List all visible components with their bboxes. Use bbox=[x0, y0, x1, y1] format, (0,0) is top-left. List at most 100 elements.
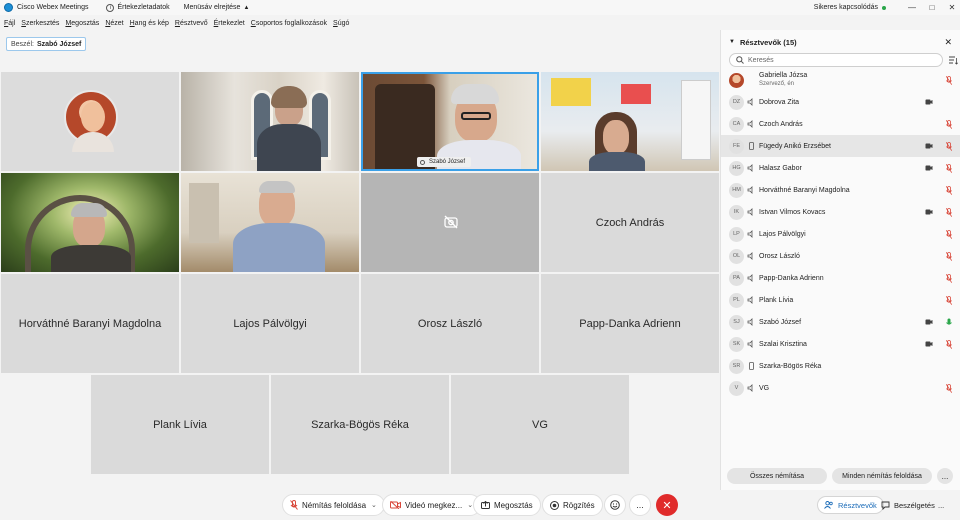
participant-tile-name: Plank Lívia bbox=[153, 418, 207, 431]
chevron-down-icon[interactable]: ▼ bbox=[729, 39, 735, 45]
participant-search-input[interactable]: Keresés bbox=[729, 53, 943, 67]
meeting-info-button[interactable]: i Értekezletadatok bbox=[106, 3, 170, 12]
avatar: SJ bbox=[729, 314, 744, 330]
computer-audio-icon bbox=[747, 186, 755, 194]
maximize-button[interactable]: □ bbox=[924, 0, 940, 15]
participant-row[interactable]: SJ Szabó József bbox=[721, 311, 960, 333]
video-tile-name[interactable]: Szarka-Bögös Réka bbox=[271, 375, 449, 474]
participant-row[interactable]: IK Istvan Vilmos Kovacs bbox=[721, 201, 960, 223]
mic-muted-icon[interactable] bbox=[945, 75, 953, 85]
participant-row[interactable]: FE Fügedy Anikó Erzsébet bbox=[721, 135, 960, 157]
participant-name: Szabó József bbox=[759, 318, 802, 326]
unmute-all-button[interactable]: Minden némítás feloldása bbox=[832, 468, 932, 484]
participant-tile-name: VG bbox=[532, 418, 548, 431]
mic-muted-icon[interactable] bbox=[945, 119, 953, 129]
mic-muted-icon[interactable] bbox=[945, 185, 953, 195]
participant-row[interactable]: Gabriella Józsa Szervező, én bbox=[721, 69, 960, 91]
participant-row[interactable]: SR Szarka-Bögös Réka bbox=[721, 355, 960, 377]
menu-file[interactable]: Fájl bbox=[4, 20, 15, 27]
video-camera-icon bbox=[925, 341, 933, 347]
video-tile-name[interactable]: Plank Lívia bbox=[91, 375, 269, 474]
menu-help[interactable]: Súgó bbox=[333, 20, 349, 27]
chevron-down-icon[interactable]: ⌄ bbox=[371, 501, 377, 509]
participant-row[interactable]: OL Orosz László bbox=[721, 245, 960, 267]
camera-off-icon bbox=[444, 215, 458, 229]
panel-more-button[interactable]: ... bbox=[937, 468, 953, 484]
app-title: Cisco Webex Meetings bbox=[17, 4, 89, 11]
hide-menubar-button[interactable]: Menüsáv elrejtése ▲ bbox=[184, 4, 250, 11]
computer-audio-icon bbox=[747, 318, 755, 326]
speaker-name: Szabó József bbox=[36, 40, 82, 48]
video-tile-name[interactable]: Czoch András bbox=[541, 173, 719, 272]
video-tile-name[interactable]: Lajos Pálvölgyi bbox=[181, 274, 359, 373]
participant-name: VG bbox=[759, 384, 770, 392]
unmute-button[interactable]: Némítás feloldása ⌄ bbox=[282, 494, 385, 516]
participant-row[interactable]: CA Czoch András bbox=[721, 113, 960, 135]
participant-row[interactable]: DZ Dobrova Zita bbox=[721, 91, 960, 113]
mic-muted-icon[interactable] bbox=[945, 339, 953, 349]
tab-participants[interactable]: Résztvevők bbox=[817, 496, 884, 514]
computer-audio-icon bbox=[747, 208, 755, 216]
menu-meeting[interactable]: Értekezlet bbox=[214, 20, 245, 27]
mic-muted-icon[interactable] bbox=[945, 141, 953, 151]
mic-muted-icon[interactable] bbox=[945, 207, 953, 217]
participant-tile-name: Orosz László bbox=[417, 317, 483, 330]
end-meeting-button[interactable]: ✕ bbox=[656, 494, 678, 516]
video-tile-name[interactable]: Horváthné Baranyi Magdolna bbox=[1, 274, 179, 373]
participant-list: Gabriella Józsa Szervező, én DZ Dobrova Zit… bbox=[721, 69, 960, 399]
participant-name: Dobrova Zita bbox=[759, 98, 800, 106]
video-tile[interactable] bbox=[181, 72, 359, 171]
more-options-button[interactable]: ... bbox=[629, 494, 651, 516]
video-tile-name[interactable]: Papp-Danka Adrienn bbox=[541, 274, 719, 373]
avatar: CA bbox=[729, 116, 744, 132]
participant-tile-name: Lajos Pálvölgyi bbox=[233, 317, 307, 330]
video-tile[interactable] bbox=[181, 173, 359, 272]
avatar: HM bbox=[729, 182, 744, 198]
close-window-button[interactable]: ✕ bbox=[944, 0, 960, 15]
participant-row[interactable]: PL Plank Lívia bbox=[721, 289, 960, 311]
video-tile[interactable] bbox=[541, 72, 719, 171]
menu-view[interactable]: Nézet bbox=[105, 20, 123, 27]
phone-icon bbox=[747, 362, 755, 370]
menu-share[interactable]: Megosztás bbox=[65, 20, 99, 27]
mic-icon bbox=[420, 159, 425, 165]
panel-more-label: ... bbox=[941, 471, 949, 481]
video-tile-name[interactable]: Orosz László bbox=[361, 274, 539, 373]
participant-row[interactable]: SK Szalai Krisztina bbox=[721, 333, 960, 355]
share-button[interactable]: Megosztás bbox=[473, 494, 541, 516]
participant-row[interactable]: V VG bbox=[721, 377, 960, 399]
record-button[interactable]: Rögzítés bbox=[542, 494, 603, 516]
mute-all-button[interactable]: Összes némítása bbox=[727, 468, 827, 484]
tab-more[interactable]: ... bbox=[932, 496, 950, 514]
reactions-button[interactable] bbox=[604, 494, 626, 516]
participant-row[interactable]: HG Halasz Gabor bbox=[721, 157, 960, 179]
tab-chat[interactable]: Beszélgetés bbox=[875, 496, 941, 514]
mic-muted-icon[interactable] bbox=[945, 229, 953, 239]
start-video-button[interactable]: Videó megkez... ⌄ bbox=[382, 494, 482, 516]
sort-list-icon[interactable] bbox=[948, 55, 958, 65]
mic-muted-icon[interactable] bbox=[945, 163, 953, 173]
menu-audio-video[interactable]: Hang és kép bbox=[130, 20, 169, 27]
mic-icon[interactable] bbox=[946, 318, 952, 327]
video-tile-active[interactable]: Szabó József bbox=[361, 72, 539, 171]
close-panel-button[interactable]: ✕ bbox=[944, 37, 952, 48]
mic-muted-icon[interactable] bbox=[945, 273, 953, 283]
video-tile-avatar[interactable] bbox=[1, 72, 179, 171]
video-tile-camera-off[interactable] bbox=[361, 173, 539, 272]
participant-row[interactable]: HM Horváthné Baranyi Magdolna bbox=[721, 179, 960, 201]
participant-row[interactable]: PA Papp-Danka Adrienn bbox=[721, 267, 960, 289]
video-tile[interactable] bbox=[1, 173, 179, 272]
participant-name: Istvan Vilmos Kovacs bbox=[759, 208, 826, 216]
participant-tile-name: Horváthné Baranyi Magdolna bbox=[18, 317, 162, 330]
mic-muted-icon[interactable] bbox=[945, 251, 953, 261]
minimize-button[interactable]: — bbox=[904, 0, 920, 15]
menu-participant[interactable]: Résztvevő bbox=[175, 20, 208, 27]
participant-row[interactable]: LP Lajos Pálvölgyi bbox=[721, 223, 960, 245]
avatar: PA bbox=[729, 270, 744, 286]
mic-muted-icon[interactable] bbox=[945, 295, 953, 305]
mic-muted-icon[interactable] bbox=[945, 383, 953, 393]
menu-breakout[interactable]: Csoportos foglalkozások bbox=[251, 20, 327, 27]
video-tile-name[interactable]: VG bbox=[451, 375, 629, 474]
avatar: IK bbox=[729, 204, 744, 220]
menu-edit[interactable]: Szerkesztés bbox=[21, 20, 59, 27]
